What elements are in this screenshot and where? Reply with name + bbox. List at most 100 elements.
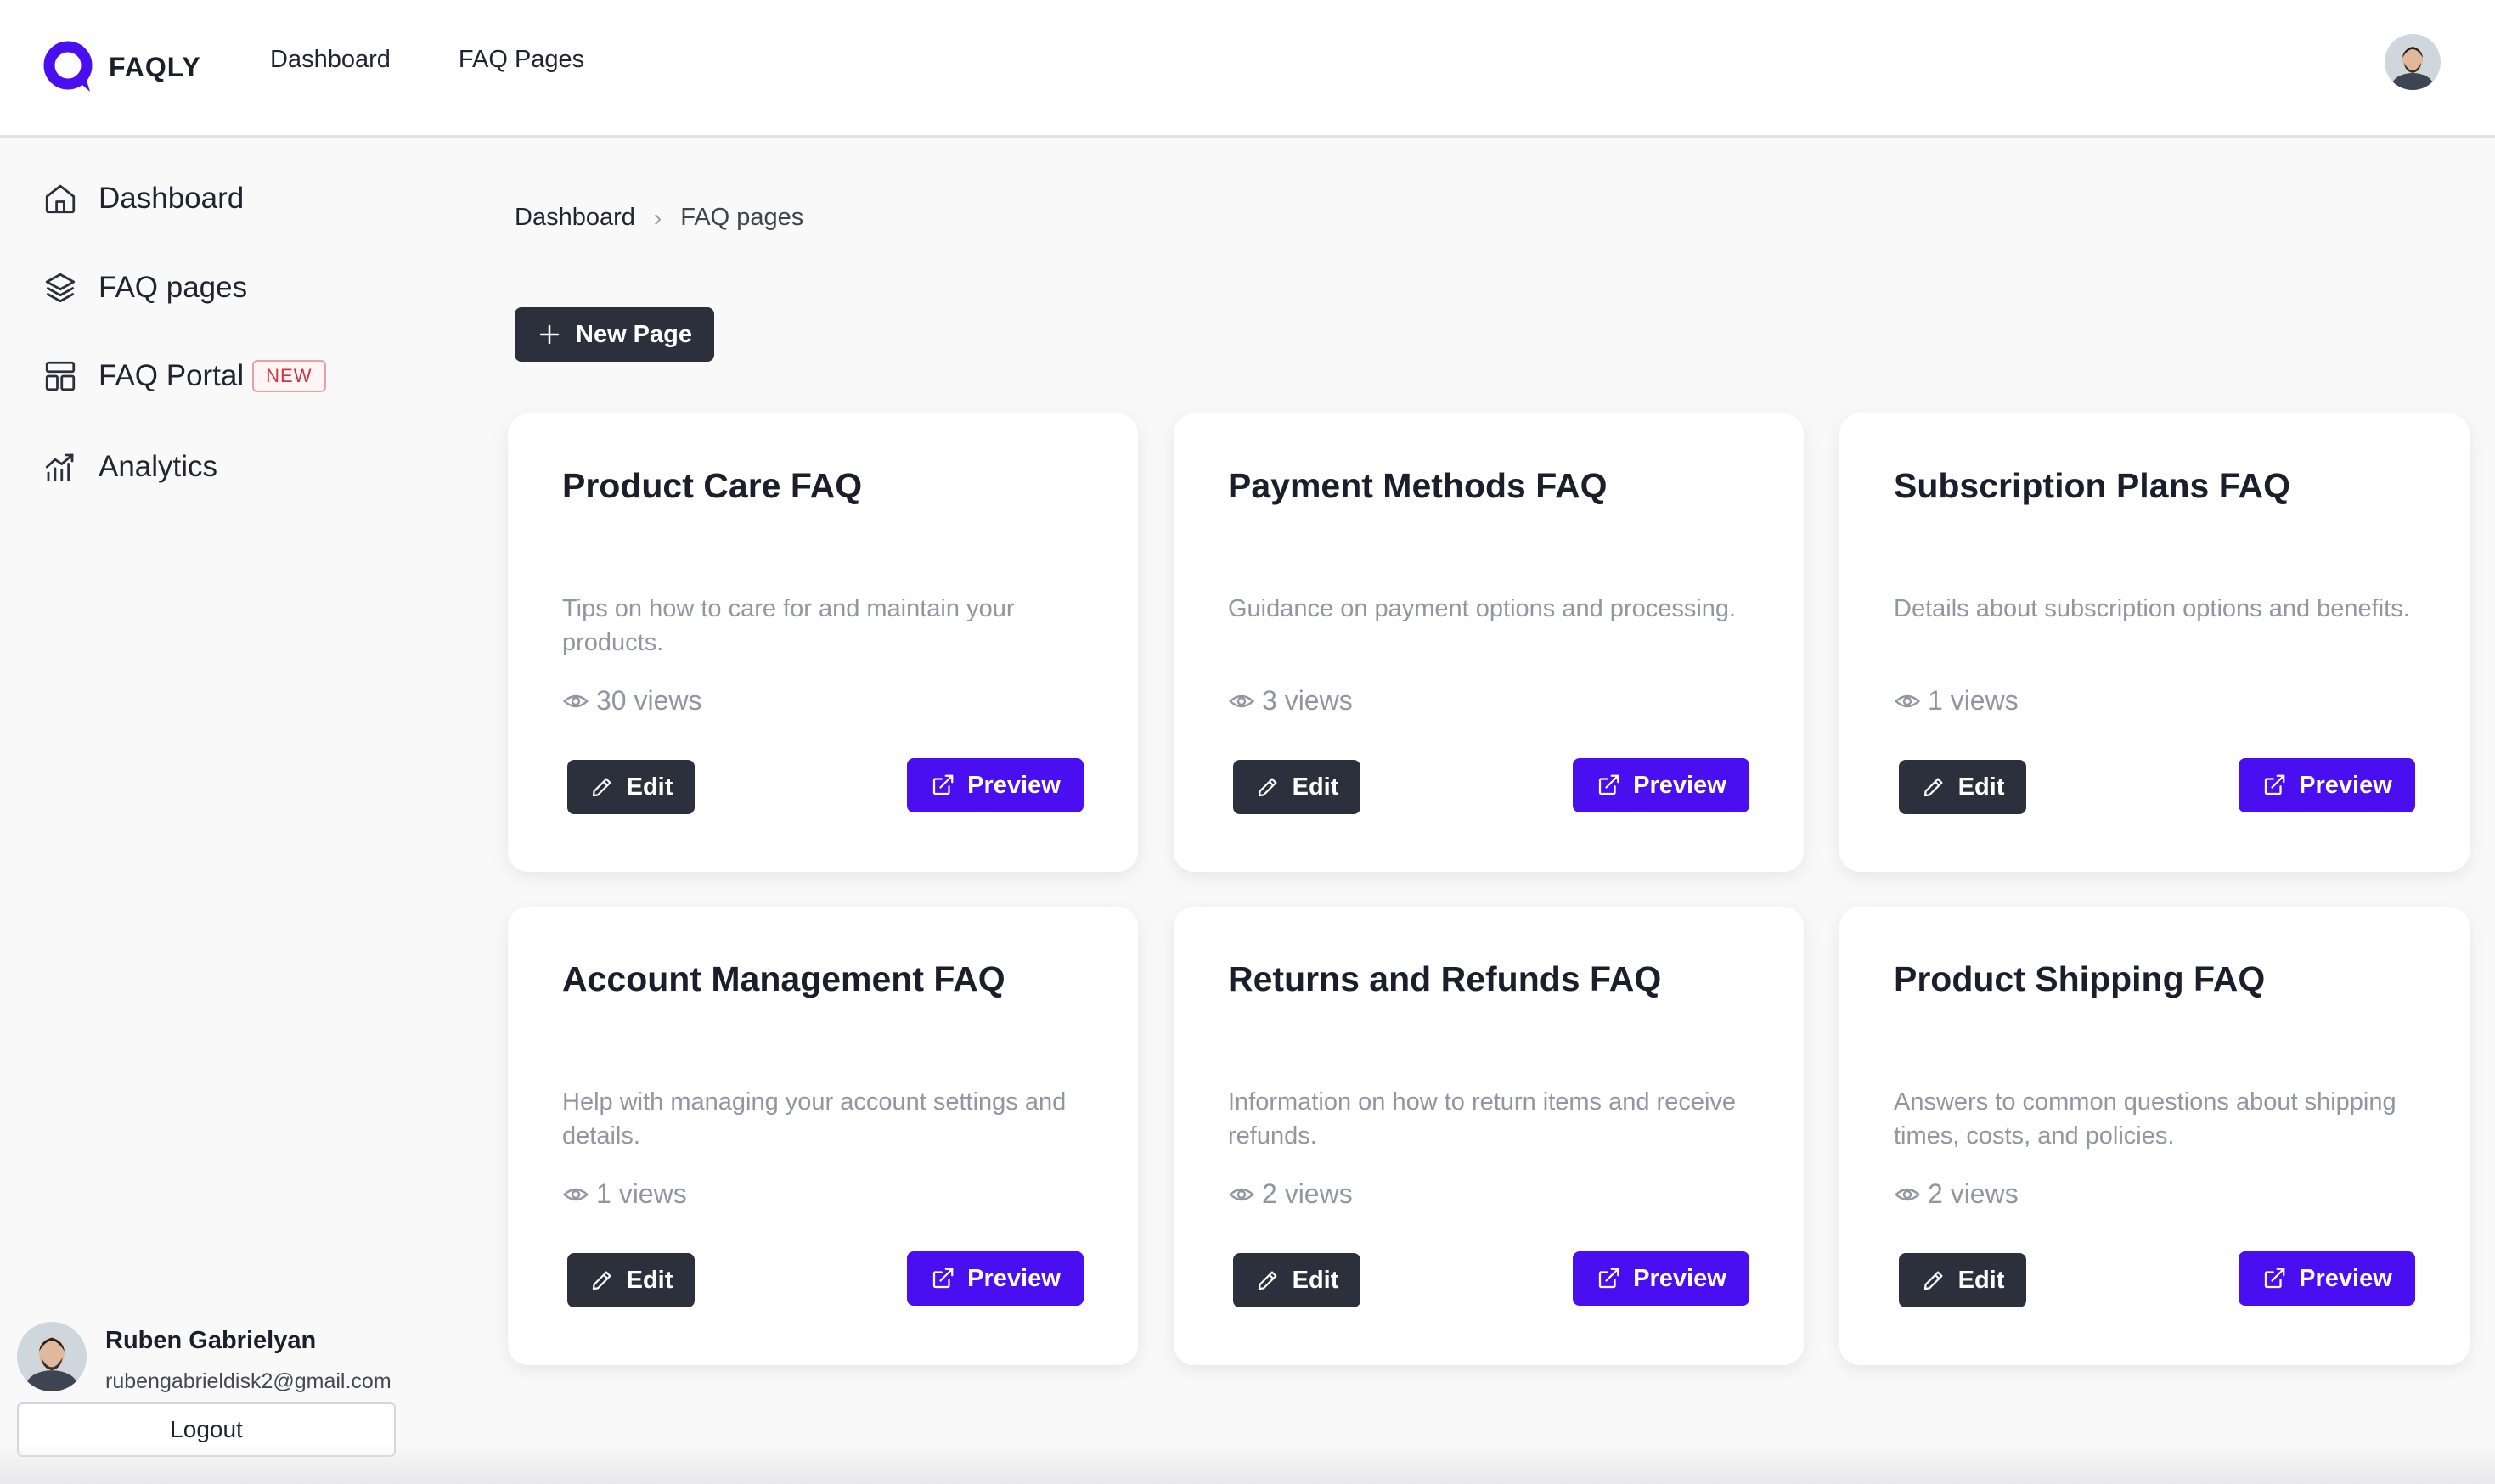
top-nav-faq-pages[interactable]: FAQ Pages <box>459 46 584 74</box>
card-description: Information on how to return items and r… <box>1228 1088 1737 1150</box>
layout-icon <box>45 361 76 391</box>
avatar <box>17 1322 87 1391</box>
faq-card: Account Management FAQ Help with managin… <box>508 907 1138 1365</box>
preview-button[interactable]: Preview <box>907 1251 1084 1306</box>
edit-label: Edit <box>626 1266 673 1294</box>
card-views: 2 views <box>1894 1178 2019 1210</box>
faq-card: Subscription Plans FAQ Details about sub… <box>1839 413 2470 872</box>
home-icon <box>45 184 76 214</box>
views-count: 3 views <box>1262 685 1353 716</box>
top-nav-dashboard[interactable]: Dashboard <box>270 46 391 74</box>
views-count: 1 views <box>596 1178 687 1209</box>
preview-label: Preview <box>2299 771 2392 799</box>
sidebar-item-label: FAQ Portal <box>99 359 245 392</box>
edit-label: Edit <box>1957 773 2005 801</box>
faq-card: Payment Methods FAQ Guidance on payment … <box>1174 413 1804 872</box>
user-avatar-icon <box>2385 34 2441 90</box>
pencil-icon <box>1258 778 1277 797</box>
card-description: Tips on how to care for and maintain you… <box>562 595 1015 656</box>
card-description: Details about subscription options and b… <box>1894 595 2410 622</box>
sidebar-item-dashboard[interactable]: Dashboard <box>42 181 244 216</box>
edit-label: Edit <box>626 773 673 801</box>
edit-label: Edit <box>1292 1266 1339 1294</box>
external-link-icon <box>1599 774 1619 795</box>
edit-button[interactable]: Edit <box>1899 1253 2026 1307</box>
edit-label: Edit <box>1292 773 1339 801</box>
sidebar-item-analytics[interactable]: Analytics <box>42 449 217 485</box>
card-views: 2 views <box>1228 1178 1353 1210</box>
pencil-icon <box>592 1271 611 1290</box>
views-count: 30 views <box>596 685 702 716</box>
views-count: 2 views <box>1262 1178 1353 1209</box>
eye-icon <box>562 1188 589 1200</box>
external-link-icon <box>933 1268 954 1289</box>
faq-card: Product Care FAQ Tips on how to care for… <box>508 413 1138 872</box>
external-link-icon <box>933 774 954 795</box>
preview-button[interactable]: Preview <box>2239 758 2415 812</box>
eye-icon <box>1894 694 1921 707</box>
card-description: Answers to common questions about shippi… <box>1894 1088 2396 1150</box>
sidebar-item-label: Dashboard <box>99 182 245 215</box>
edit-button[interactable]: Edit <box>567 760 695 814</box>
sidebar-item-faq-portal[interactable]: FAQ Portal NEW <box>42 358 326 394</box>
preview-label: Preview <box>2299 1264 2392 1292</box>
card-title: Product Care FAQ <box>562 466 863 505</box>
pencil-icon <box>1258 1271 1277 1290</box>
breadcrumb: Dashboard › FAQ pages <box>515 204 803 232</box>
pencil-icon <box>1923 778 1943 797</box>
views-count: 2 views <box>1928 1178 2019 1209</box>
edit-button[interactable]: Edit <box>1899 760 2026 814</box>
user-avatar-icon <box>17 1322 87 1391</box>
chevron-right-icon: › <box>653 204 662 231</box>
new-page-label: New Page <box>576 320 692 348</box>
edit-button[interactable]: Edit <box>1233 1253 1360 1307</box>
layers-icon <box>45 273 76 303</box>
faq-card: Returns and Refunds FAQ Information on h… <box>1174 907 1804 1365</box>
card-views: 1 views <box>562 1178 687 1210</box>
app-logo[interactable]: FAQLY <box>42 39 201 95</box>
top-nav: Dashboard FAQ Pages <box>270 46 584 74</box>
avatar[interactable] <box>2385 34 2441 90</box>
logo-icon <box>43 41 93 92</box>
card-views: 30 views <box>562 685 702 717</box>
external-link-icon <box>2265 1268 2285 1289</box>
card-title: Payment Methods FAQ <box>1228 466 1608 505</box>
top-bar: FAQLY Dashboard FAQ Pages <box>0 0 2495 138</box>
eye-icon <box>562 694 589 707</box>
preview-button[interactable]: Preview <box>907 758 1084 812</box>
card-title: Returns and Refunds FAQ <box>1228 959 1662 998</box>
preview-label: Preview <box>967 771 1061 799</box>
card-title: Subscription Plans FAQ <box>1894 466 2291 505</box>
chart-icon <box>45 453 74 482</box>
sidebar-item-faq-pages[interactable]: FAQ pages <box>42 270 247 306</box>
preview-button[interactable]: Preview <box>2239 1251 2415 1306</box>
card-title: Product Shipping FAQ <box>1894 959 2266 998</box>
eye-icon <box>1228 694 1255 707</box>
preview-label: Preview <box>1633 1264 1726 1292</box>
sidebar-item-label: FAQ pages <box>99 271 248 304</box>
preview-button[interactable]: Preview <box>1573 758 1749 812</box>
preview-label: Preview <box>967 1264 1061 1292</box>
eye-icon <box>1228 1188 1255 1200</box>
card-description: Guidance on payment options and processi… <box>1228 595 1737 622</box>
breadcrumb-current: FAQ pages <box>680 204 804 231</box>
edit-label: Edit <box>1957 1266 2005 1294</box>
edit-button[interactable]: Edit <box>567 1253 695 1307</box>
new-page-button[interactable]: New Page <box>515 307 714 362</box>
card-views: 1 views <box>1894 685 2019 717</box>
pencil-icon <box>592 778 611 797</box>
bottom-fade <box>0 1443 2495 1484</box>
edit-button[interactable]: Edit <box>1233 760 1360 814</box>
card-description: Help with managing your account settings… <box>562 1088 1067 1150</box>
card-views: 3 views <box>1228 685 1353 717</box>
external-link-icon <box>2265 774 2285 795</box>
external-link-icon <box>1599 1268 1619 1289</box>
card-title: Account Management FAQ <box>562 959 1005 998</box>
user-email: rubengabrieldisk2@gmail.com <box>105 1369 391 1393</box>
preview-button[interactable]: Preview <box>1573 1251 1749 1306</box>
breadcrumb-dashboard[interactable]: Dashboard <box>515 204 635 232</box>
views-count: 1 views <box>1928 685 2019 716</box>
brand-name: FAQLY <box>109 51 201 82</box>
user-name: Ruben Gabrielyan <box>105 1327 317 1354</box>
plus-icon <box>539 324 560 345</box>
